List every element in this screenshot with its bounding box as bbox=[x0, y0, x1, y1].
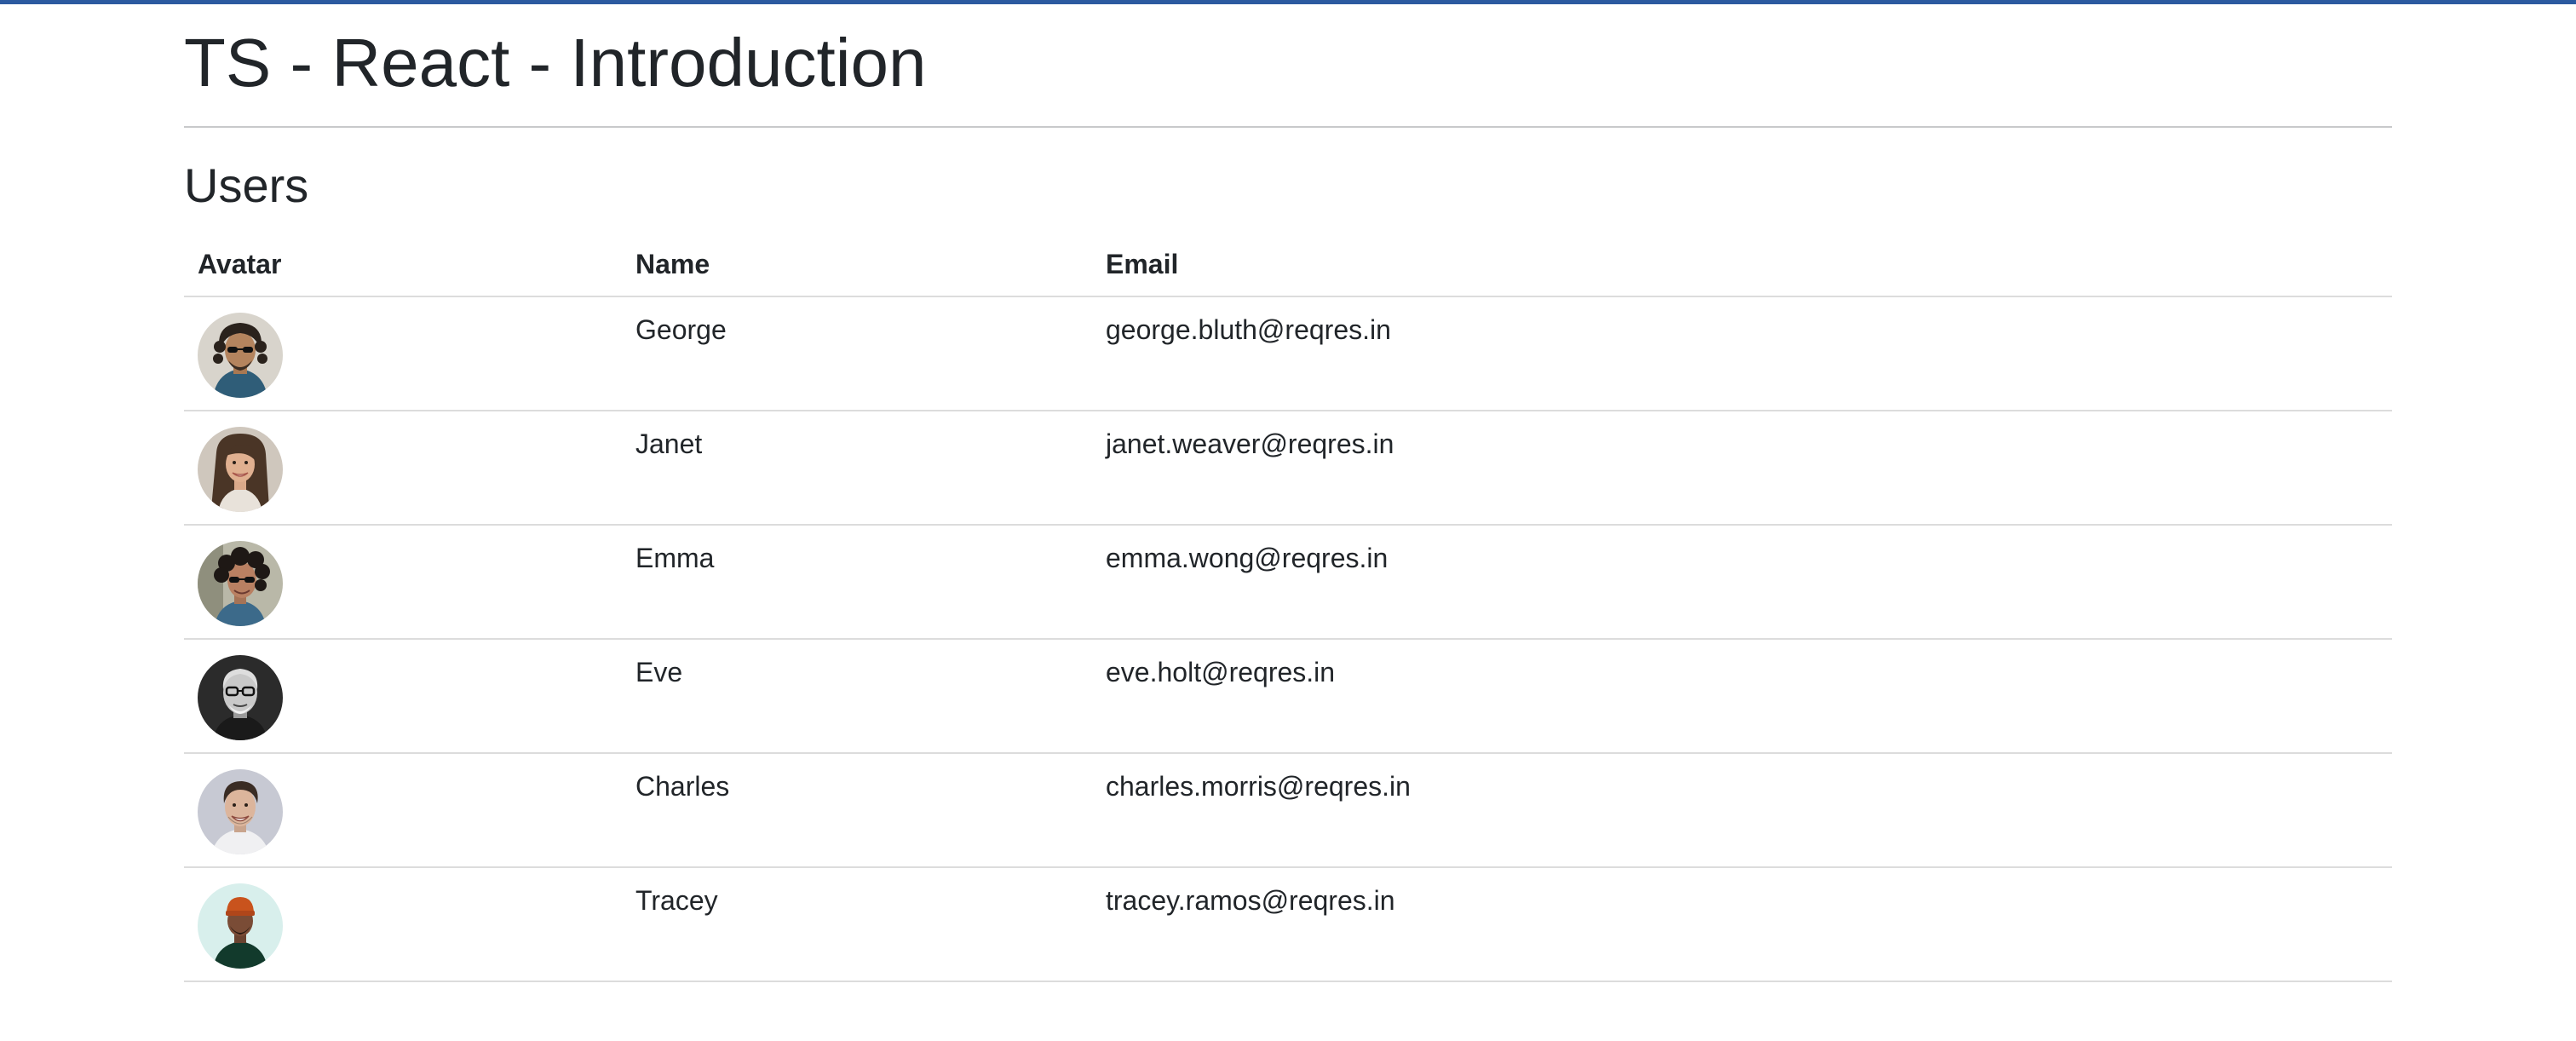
top-accent-bar bbox=[0, 0, 2576, 4]
avatar-cell bbox=[184, 411, 622, 526]
users-table-header-row: Avatar Name Email bbox=[184, 232, 2392, 297]
avatar-cell bbox=[184, 525, 622, 640]
person-avatar-smiling-long-hair-icon bbox=[198, 427, 283, 512]
table-row: Tracey tracey.ramos@reqres.in bbox=[184, 867, 2392, 982]
person-avatar-sunglasses-curly-hair-icon bbox=[198, 541, 283, 626]
avatar-cell bbox=[184, 296, 622, 411]
user-email: eve.holt@reqres.in bbox=[1092, 639, 2392, 754]
user-email: emma.wong@reqres.in bbox=[1092, 525, 2392, 640]
user-email: george.bluth@reqres.in bbox=[1092, 296, 2392, 411]
table-row: George george.bluth@reqres.in bbox=[184, 296, 2392, 411]
avatar-cell bbox=[184, 753, 622, 868]
person-avatar-smiling-short-hair-icon bbox=[198, 769, 283, 854]
column-header-avatar: Avatar bbox=[184, 232, 622, 297]
column-header-email: Email bbox=[1092, 232, 2392, 297]
users-table: Avatar Name Email George george.bluth@re… bbox=[184, 232, 2392, 982]
user-name: Eve bbox=[622, 639, 1092, 754]
table-row: Charles charles.morris@reqres.in bbox=[184, 753, 2392, 868]
table-row: Eve eve.holt@reqres.in bbox=[184, 639, 2392, 754]
page-title: TS - React - Introduction bbox=[184, 25, 927, 101]
user-email: charles.morris@reqres.in bbox=[1092, 753, 2392, 868]
column-header-name: Name bbox=[622, 232, 1092, 297]
person-avatar-orange-beanie-icon bbox=[198, 883, 283, 969]
users-table-body: George george.bluth@reqres.in Janet jane… bbox=[184, 296, 2392, 982]
table-row: Emma emma.wong@reqres.in bbox=[184, 525, 2392, 640]
user-name: George bbox=[622, 296, 1092, 411]
person-avatar-sunglasses-curly-hair-icon bbox=[198, 313, 283, 398]
avatar-cell bbox=[184, 639, 622, 754]
user-email: janet.weaver@reqres.in bbox=[1092, 411, 2392, 526]
table-row: Janet janet.weaver@reqres.in bbox=[184, 411, 2392, 526]
users-heading: Users bbox=[184, 158, 309, 212]
user-email: tracey.ramos@reqres.in bbox=[1092, 867, 2392, 982]
avatar-cell bbox=[184, 867, 622, 982]
user-name: Emma bbox=[622, 525, 1092, 640]
person-avatar-glasses-bald-grayscale-icon bbox=[198, 655, 283, 740]
user-name: Janet bbox=[622, 411, 1092, 526]
users-table-header: Avatar Name Email bbox=[184, 232, 2392, 297]
user-name: Tracey bbox=[622, 867, 1092, 982]
title-divider bbox=[184, 126, 2392, 128]
user-name: Charles bbox=[622, 753, 1092, 868]
